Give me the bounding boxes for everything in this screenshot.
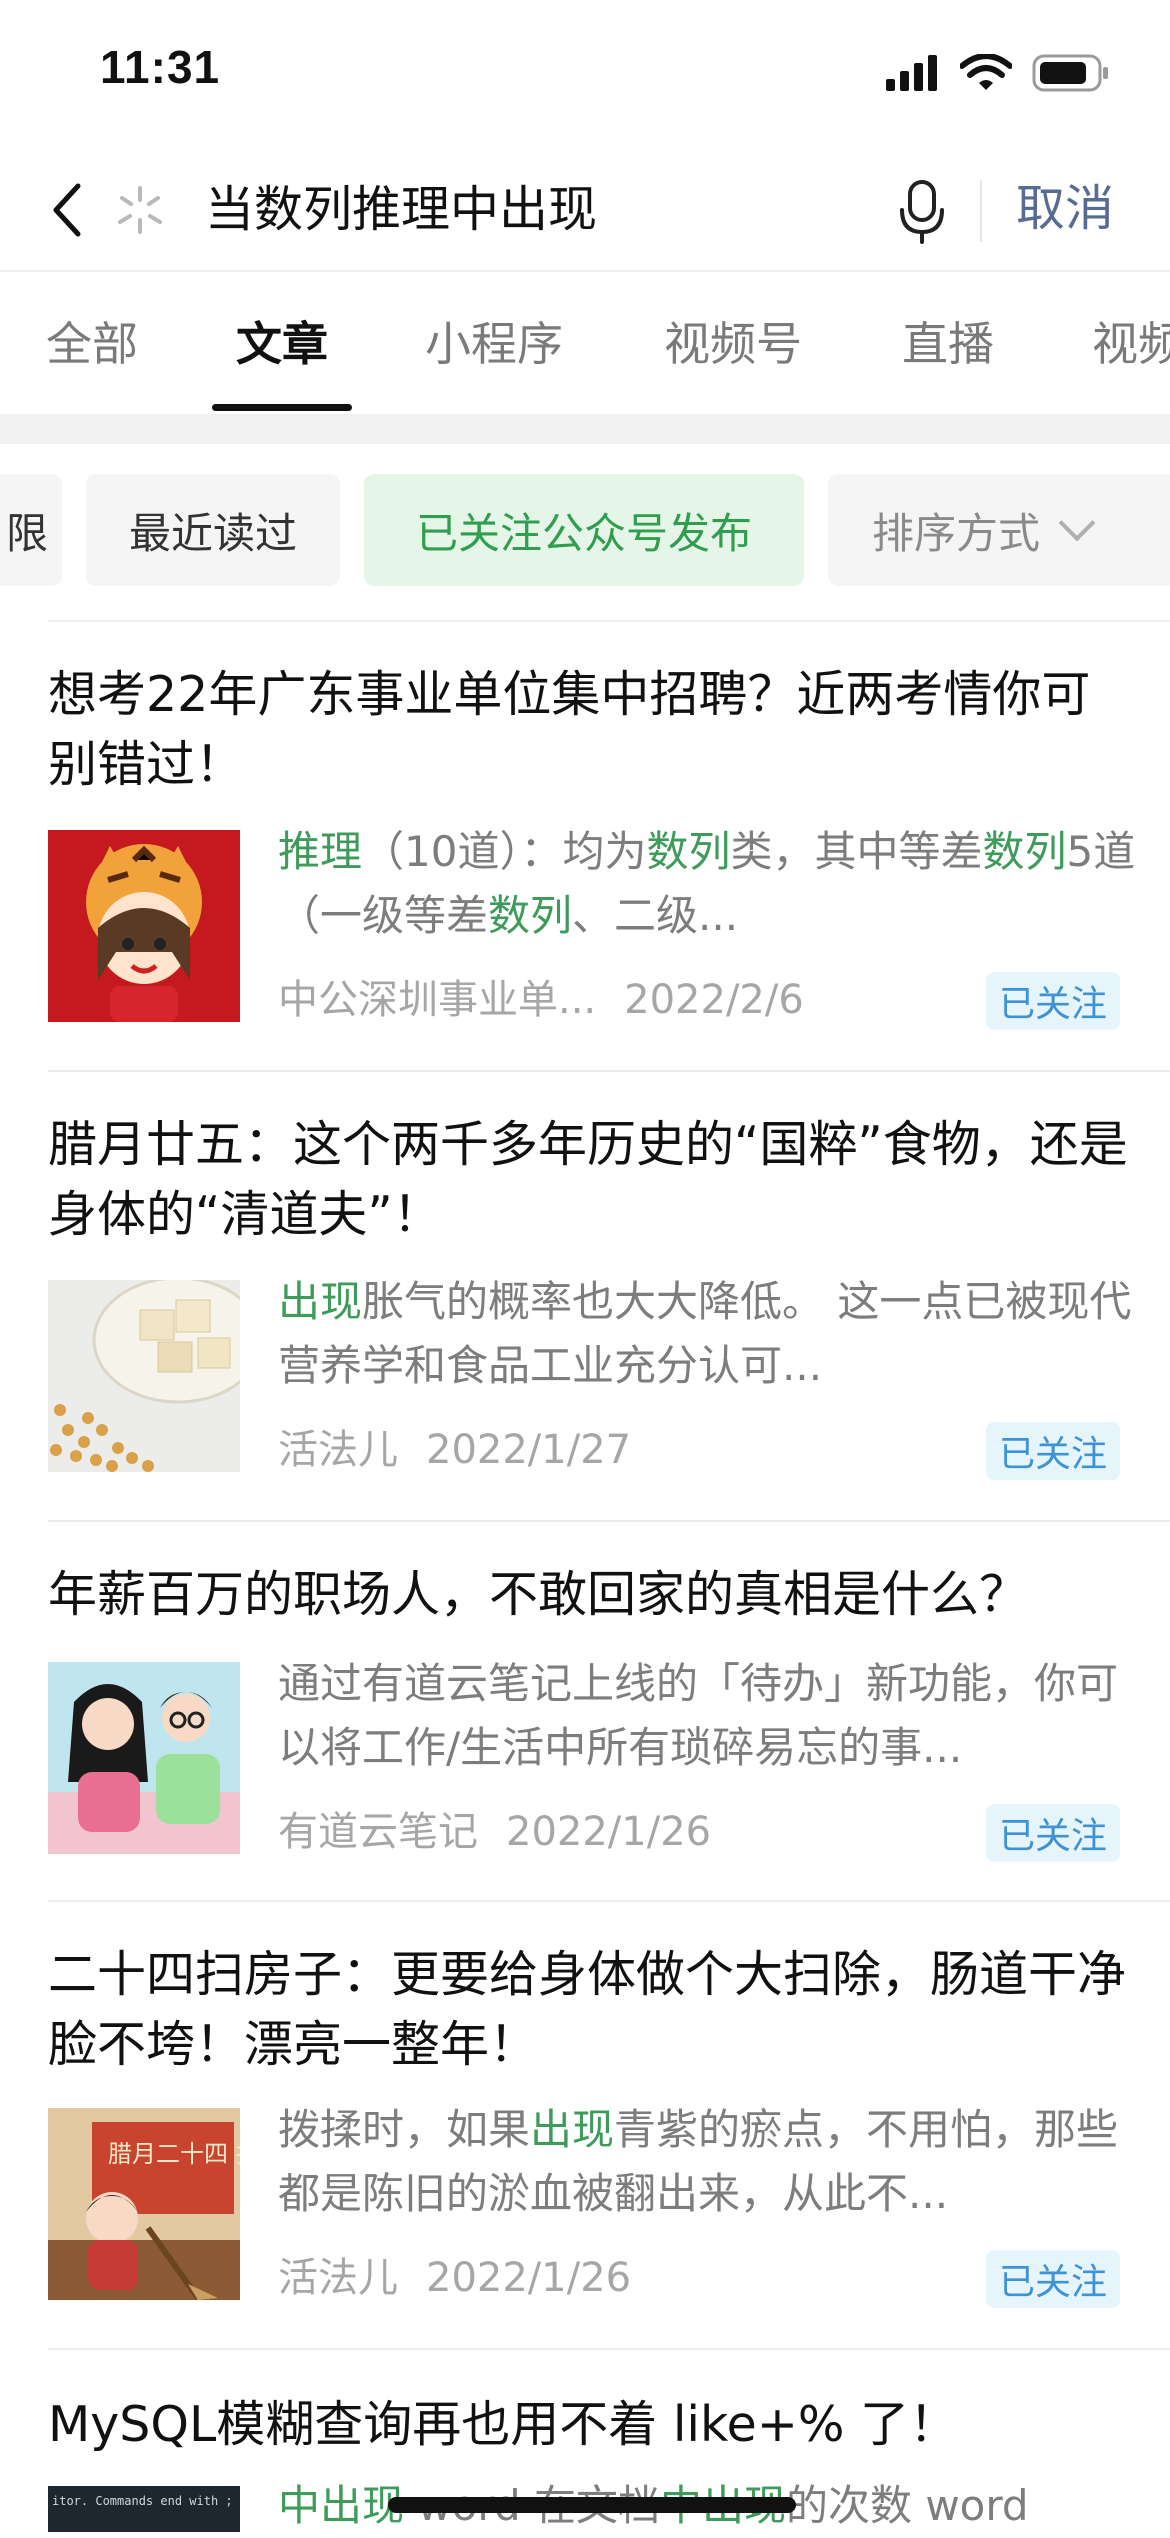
divider xyxy=(48,2348,1170,2350)
article-source[interactable]: 中公深圳事业单... xyxy=(278,977,596,1023)
chevron-down-icon xyxy=(1058,504,1096,542)
loading-spinner-icon xyxy=(118,186,162,234)
search-input[interactable]: 当数列推理中出现 xyxy=(205,178,597,242)
article-title: 想考22年广东事业单位集中招聘？近两考情你可别错过！ xyxy=(48,666,1091,793)
filter-recently-read[interactable]: 最近读过 xyxy=(86,474,340,586)
search-divider xyxy=(980,180,982,242)
tab-channels[interactable]: 视频号 xyxy=(664,314,802,374)
filter-bar: 限 最近读过 已关注公众号发布 排序方式 xyxy=(0,474,1170,589)
filter-time-limit[interactable]: 限 xyxy=(0,474,62,586)
cancel-button[interactable]: 取消 xyxy=(1016,176,1114,242)
battery-icon xyxy=(1032,54,1108,92)
article-title: 年薪百万的职场人，不敢回家的真相是什么？ xyxy=(48,1566,1029,1623)
article-meta: 活法儿 2022/1/27 xyxy=(278,1422,631,1478)
article-date: 2022/1/27 xyxy=(426,1427,632,1473)
status-time: 11:31 xyxy=(100,41,221,93)
followed-badge: 已关注 xyxy=(986,2250,1120,2308)
two-women-illustration-thumbnail xyxy=(48,1662,240,1854)
article-snippet: 拨揉时，如果出现青紫的瘀点，不用怕，那些都是陈旧的淤血被翻出来，从此不... xyxy=(278,2105,1119,2218)
tofu-soybeans-thumbnail xyxy=(48,1280,240,1472)
followed-badge: 已关注 xyxy=(986,1804,1120,1862)
section-separator xyxy=(0,414,1170,444)
svg-text:腊月二十四 扫房子: 腊月二十四 扫房子 xyxy=(108,2140,240,2168)
microphone-icon[interactable] xyxy=(892,176,952,246)
category-tabs: 全部 文章 小程序 视频号 直播 视频 xyxy=(0,272,1170,412)
article-meta: 活法儿 2022/1/26 xyxy=(278,2250,631,2306)
home-indicator[interactable] xyxy=(388,2497,796,2513)
article-title: 二十四扫房子：更要给身体做个大扫除，肠道干净脸不垮！漂亮一整年！ xyxy=(48,1946,1127,2073)
article-source[interactable]: 活法儿 xyxy=(278,1427,398,1473)
article-item[interactable]: 年薪百万的职场人，不敢回家的真相是什么？ 通过有道云笔记上线的「待办」新功能，你… xyxy=(48,1560,1170,1900)
followed-badge: 已关注 xyxy=(986,1422,1120,1480)
tab-all[interactable]: 全部 xyxy=(46,314,138,374)
divider xyxy=(48,1520,1170,1522)
article-meta: 中公深圳事业单... 2022/2/6 xyxy=(278,972,804,1028)
article-date: 2022/1/26 xyxy=(426,2255,632,2301)
article-item[interactable]: 腊月廿五：这个两千多年历史的“国粹”食物，还是身体的“清道夫”！ 出现胀气的概率… xyxy=(48,1110,1170,1520)
article-date: 2022/2/6 xyxy=(624,977,804,1023)
sort-label: 排序方式 xyxy=(872,508,1041,558)
article-source[interactable]: 活法儿 xyxy=(278,2255,398,2301)
tab-live[interactable]: 直播 xyxy=(902,314,994,374)
wifi-icon xyxy=(960,54,1012,90)
article-title: 腊月廿五：这个两千多年历史的“国粹”食物，还是身体的“清道夫”！ xyxy=(48,1116,1128,1243)
article-snippet: 通过有道云笔记上线的「待办」新功能，你可以将工作/生活中所有琐碎易忘的事... xyxy=(278,1659,1119,1772)
back-arrow-icon[interactable] xyxy=(40,178,100,242)
status-icons xyxy=(886,48,1110,98)
article-snippet: 出现胀气的概率也大大降低。 这一点已被现代营养学和食品工业充分认可... xyxy=(278,1277,1132,1390)
article-item[interactable]: 想考22年广东事业单位集中招聘？近两考情你可别错过！ 推理（10道）：均为数列类… xyxy=(48,660,1170,1070)
divider xyxy=(48,1900,1170,1902)
sweeping-house-illustration-thumbnail: 腊月二十四 扫房子 xyxy=(48,2108,240,2300)
code-terminal-thumbnail: itor. Commands end with ; or \g. xyxy=(48,2486,240,2532)
article-meta: 有道云笔记 2022/1/26 xyxy=(278,1804,711,1860)
article-item[interactable]: 二十四扫房子：更要给身体做个大扫除，肠道干净脸不垮！漂亮一整年！ 腊月二十四 扫… xyxy=(48,1940,1170,2348)
filter-followed-accounts[interactable]: 已关注公众号发布 xyxy=(364,474,804,586)
article-date: 2022/1/26 xyxy=(506,1809,712,1855)
active-tab-indicator xyxy=(212,404,352,411)
divider xyxy=(48,1070,1170,1072)
article-source[interactable]: 有道云笔记 xyxy=(278,1809,478,1855)
article-snippet: 推理（10道）：均为数列类，其中等差数列5道（一级等差数列、二级... xyxy=(278,827,1136,940)
followed-badge: 已关注 xyxy=(986,972,1120,1030)
article-title: MySQL模糊查询再也用不着 like+% 了！ xyxy=(48,2396,959,2453)
divider xyxy=(48,620,1170,622)
tab-mini-programs[interactable]: 小程序 xyxy=(425,314,563,374)
sort-dropdown[interactable]: 排序方式 xyxy=(828,474,1170,586)
cellular-signal-icon xyxy=(886,55,937,91)
status-bar: 11:31 xyxy=(0,0,1170,150)
tiger-girl-cartoon-thumbnail xyxy=(48,830,240,1022)
tab-articles[interactable]: 文章 xyxy=(236,314,328,374)
search-bar: 当数列推理中出现 取消 xyxy=(0,150,1170,270)
tab-videos[interactable]: 视频 xyxy=(1092,314,1170,374)
